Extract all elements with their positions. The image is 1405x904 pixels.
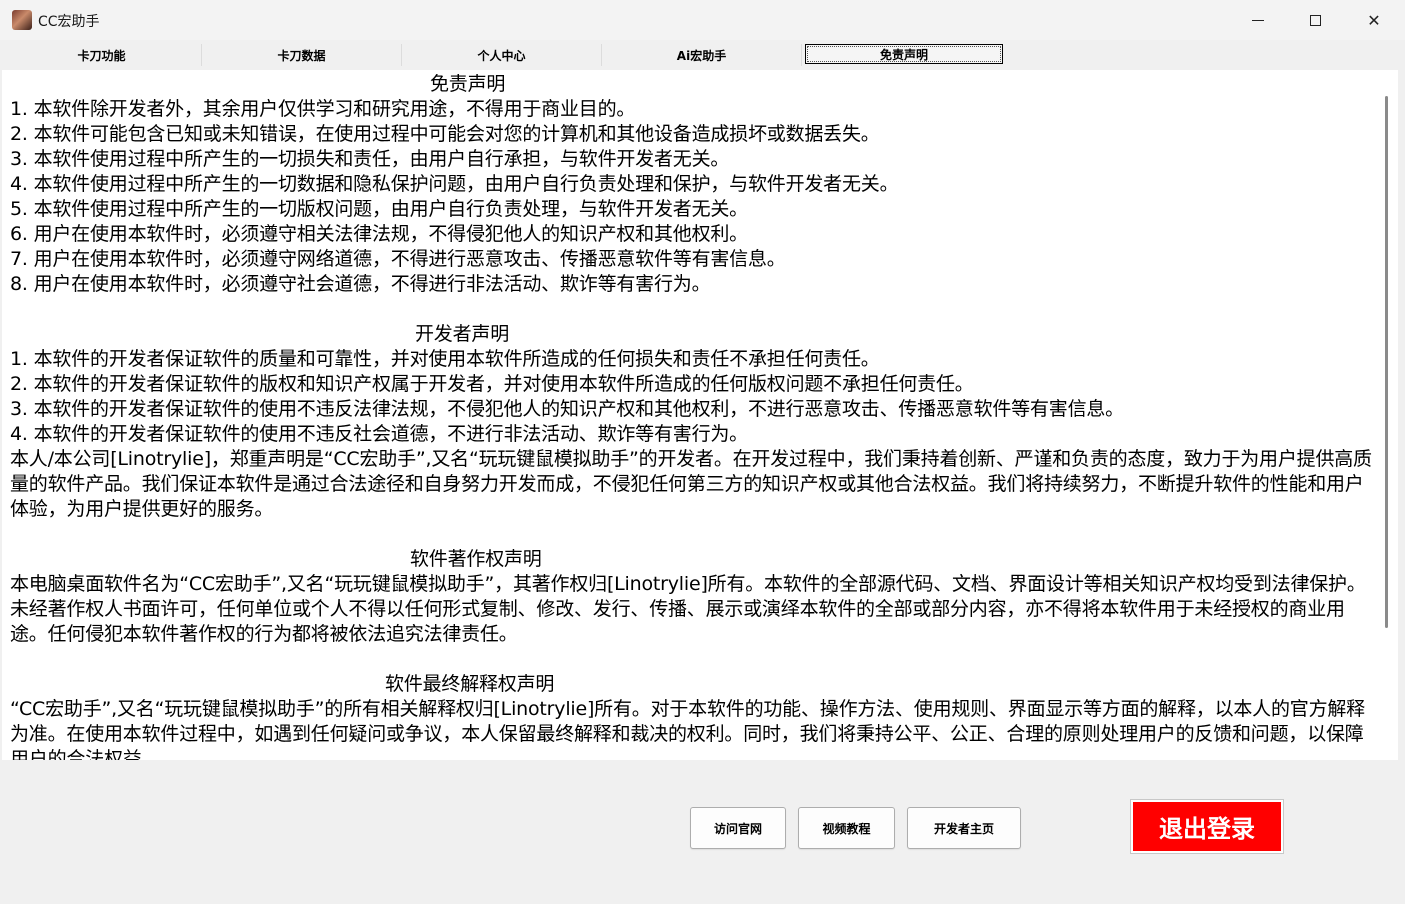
disclaimer-item: 2. 本软件可能包含已知或未知错误，在使用过程中可能会对您的计算机和其他设备造成… <box>10 123 880 145</box>
developer-heading: 开发者声明 <box>415 323 510 345</box>
disclaimer-item: 4. 本软件使用过程中所产生的一切数据和隐私保护问题，由用户自行负责处理和保护，… <box>10 173 899 195</box>
copyright-heading: 软件著作权声明 <box>410 548 542 570</box>
visit-official-site-button[interactable]: 访问官网 <box>690 807 786 849</box>
tab-card-data[interactable]: 卡刀数据 <box>202 44 402 66</box>
disclaimer-item: 3. 本软件使用过程中所产生的一切损失和责任，由用户自行承担，与软件开发者无关。 <box>10 148 730 170</box>
disclaimer-text-area[interactable]: 免责声明 1. 本软件除开发者外，其余用户仅供学习和研究用途，不得用于商业目的。… <box>2 70 1398 760</box>
disclaimer-item: 7. 用户在使用本软件时，必须遵守网络道德，不得进行恶意攻击、传播恶意软件等有害… <box>10 248 786 270</box>
title-bar: CC宏助手 ✕ <box>0 0 1405 40</box>
maximize-button[interactable] <box>1286 0 1344 40</box>
vertical-scrollbar[interactable] <box>1377 74 1397 760</box>
developer-item: 1. 本软件的开发者保证软件的质量和可靠性，并对使用本软件所造成的任何损失和责任… <box>10 348 880 370</box>
disclaimer-item: 8. 用户在使用本软件时，必须遵守社会道德，不得进行非法活动、欺诈等有害行为。 <box>10 273 711 295</box>
tab-ai-assistant[interactable]: Ai宏助手 <box>602 44 802 66</box>
tab-card-function[interactable]: 卡刀功能 <box>2 44 202 66</box>
window-title: CC宏助手 <box>38 14 100 30</box>
close-button[interactable]: ✕ <box>1345 0 1403 40</box>
disclaimer-heading: 免责声明 <box>430 73 506 95</box>
interpretation-heading: 软件最终解释权声明 <box>385 673 555 695</box>
disclaimer-text: 免责声明 1. 本软件除开发者外，其余用户仅供学习和研究用途，不得用于商业目的。… <box>10 72 1374 760</box>
minimize-icon <box>1252 19 1264 21</box>
developer-paragraph: 本人/本公司[Linotrylie]，郑重声明是“CC宏助手”,又名“玩玩键鼠模… <box>10 448 1372 520</box>
tab-disclaimer[interactable]: 免责声明 <box>805 44 1003 64</box>
video-tutorial-button[interactable]: 视频教程 <box>798 807 895 849</box>
maximize-icon <box>1309 14 1321 26</box>
app-icon <box>12 10 32 30</box>
tab-personal-center[interactable]: 个人中心 <box>402 44 602 66</box>
disclaimer-item: 6. 用户在使用本软件时，必须遵守相关法律法规，不得侵犯他人的知识产权和其他权利… <box>10 223 748 245</box>
developer-item: 3. 本软件的开发者保证软件的使用不违反法律法规，不侵犯他人的知识产权和其他权利… <box>10 398 1124 420</box>
developer-item: 2. 本软件的开发者保证软件的版权和知识产权属于开发者，并对使用本软件所造成的任… <box>10 373 974 395</box>
minimize-button[interactable] <box>1229 0 1287 40</box>
logout-button[interactable]: 退出登录 <box>1130 799 1284 854</box>
developer-home-button[interactable]: 开发者主页 <box>907 807 1021 849</box>
interpretation-paragraph: “CC宏助手”,又名“玩玩键鼠模拟助手”的所有相关解释权归[Linotrylie… <box>10 698 1365 760</box>
disclaimer-item: 1. 本软件除开发者外，其余用户仅供学习和研究用途，不得用于商业目的。 <box>10 98 636 120</box>
scroll-thumb[interactable] <box>1385 96 1388 628</box>
copyright-paragraph: 本电脑桌面软件名为“CC宏助手”,又名“玩玩键鼠模拟助手”，其著作权归[Lino… <box>10 573 1366 645</box>
tab-bar: 卡刀功能 卡刀数据 个人中心 Ai宏助手 免责声明 <box>2 44 1003 66</box>
developer-item: 4. 本软件的开发者保证软件的使用不违反社会道德，不进行非法活动、欺诈等有害行为… <box>10 423 748 445</box>
disclaimer-item: 5. 本软件使用过程中所产生的一切版权问题，由用户自行负责处理，与软件开发者无关… <box>10 198 748 220</box>
close-icon: ✕ <box>1367 10 1381 30</box>
